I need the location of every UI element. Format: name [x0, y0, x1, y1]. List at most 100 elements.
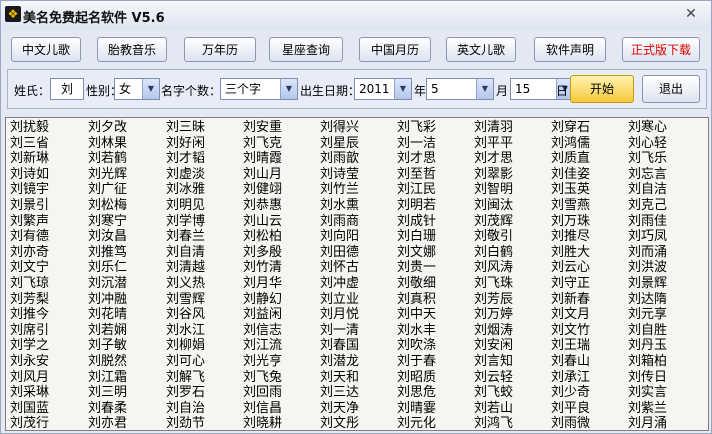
name-item[interactable]: 刘王瑞	[551, 338, 625, 354]
name-item[interactable]: 刘飞珠	[474, 276, 548, 292]
name-item[interactable]: 刘三省	[10, 136, 84, 152]
name-item[interactable]: 刘茂辉	[474, 214, 548, 230]
name-item[interactable]: 刘忘言	[628, 167, 702, 183]
name-item[interactable]: 刘穿石	[551, 120, 625, 136]
name-item[interactable]: 刘万珠	[551, 214, 625, 230]
name-item[interactable]: 刘云心	[551, 260, 625, 276]
name-item[interactable]: 刘箱柏	[628, 354, 702, 370]
name-item[interactable]: 刘得兴	[320, 120, 394, 136]
name-item[interactable]: 刘飞乐	[628, 151, 702, 167]
name-item[interactable]: 刘恭惠	[243, 198, 317, 214]
name-item[interactable]: 刘若鹤	[88, 151, 162, 167]
name-item[interactable]: 刘繁声	[10, 214, 84, 230]
name-item[interactable]: 刘吹涤	[397, 338, 471, 354]
toolbar-button-8[interactable]: 正式版下载	[622, 37, 700, 62]
name-item[interactable]: 刘闽汰	[474, 198, 548, 214]
name-item[interactable]: 刘胜大	[551, 245, 625, 261]
month-select[interactable]: 5 ▼	[426, 78, 494, 100]
name-item[interactable]: 刘脱然	[88, 354, 162, 370]
name-item[interactable]: 刘江民	[397, 182, 471, 198]
name-item[interactable]: 刘雪燕	[551, 198, 625, 214]
name-item[interactable]: 刘雨商	[320, 214, 394, 230]
name-item[interactable]: 刘飞兔	[243, 370, 317, 386]
name-item[interactable]: 刘亦君	[88, 416, 162, 430]
name-item[interactable]: 刘巧凤	[628, 229, 702, 245]
name-item[interactable]: 刘智明	[474, 182, 548, 198]
name-item[interactable]: 刘自清	[166, 245, 240, 261]
name-item[interactable]: 刘虚淡	[166, 167, 240, 183]
name-item[interactable]: 刘安重	[243, 120, 317, 136]
name-item[interactable]: 刘冲融	[88, 292, 162, 308]
name-item[interactable]: 刘松柏	[243, 229, 317, 245]
name-item[interactable]: 刘而涌	[628, 245, 702, 261]
name-item[interactable]: 刘诗莹	[320, 167, 394, 183]
name-item[interactable]: 刘玉英	[551, 182, 625, 198]
name-item[interactable]: 刘怀古	[320, 260, 394, 276]
name-item[interactable]: 刘罗石	[166, 385, 240, 401]
name-item[interactable]: 刘雪辉	[166, 292, 240, 308]
name-item[interactable]: 刘若娴	[88, 323, 162, 339]
name-item[interactable]: 刘春山	[551, 354, 625, 370]
name-item[interactable]: 刘茂行	[10, 416, 84, 430]
toolbar-button-2[interactable]: 胎教音乐	[97, 37, 167, 62]
name-item[interactable]: 刘若山	[474, 401, 548, 417]
name-item[interactable]: 刘至哲	[397, 167, 471, 183]
name-item[interactable]: 刘克己	[628, 198, 702, 214]
name-item[interactable]: 刘月华	[243, 276, 317, 292]
name-item[interactable]: 刘月悦	[320, 307, 394, 323]
name-item[interactable]: 刘好闲	[166, 136, 240, 152]
name-item[interactable]: 刘潜龙	[320, 354, 394, 370]
name-item[interactable]: 刘雨微	[551, 416, 625, 430]
name-item[interactable]: 刘文娜	[397, 245, 471, 261]
name-item[interactable]: 刘三明	[88, 385, 162, 401]
name-item[interactable]: 刘月涌	[628, 416, 702, 430]
name-item[interactable]: 刘冲虚	[320, 276, 394, 292]
name-item[interactable]: 刘风月	[10, 370, 84, 386]
name-item[interactable]: 刘守正	[551, 276, 625, 292]
name-item[interactable]: 刘回雨	[243, 385, 317, 401]
name-item[interactable]: 刘有德	[10, 229, 84, 245]
name-item[interactable]: 刘晴霞	[243, 151, 317, 167]
name-item[interactable]: 刘竹兰	[320, 182, 394, 198]
name-item[interactable]: 刘林果	[88, 136, 162, 152]
name-item[interactable]: 刘三达	[320, 385, 394, 401]
start-button[interactable]: 开始	[570, 75, 634, 103]
name-item[interactable]: 刘松梅	[88, 198, 162, 214]
name-item[interactable]: 刘寒心	[628, 120, 702, 136]
name-item[interactable]: 刘水熏	[320, 198, 394, 214]
name-item[interactable]: 刘文宁	[10, 260, 84, 276]
toolbar-button-5[interactable]: 中国月历	[359, 37, 431, 62]
name-item[interactable]: 刘翠影	[474, 167, 548, 183]
name-item[interactable]: 刘信志	[243, 323, 317, 339]
name-item[interactable]: 刘紫兰	[628, 401, 702, 417]
name-item[interactable]: 刘义热	[166, 276, 240, 292]
name-item[interactable]: 刘沉潜	[88, 276, 162, 292]
name-item[interactable]: 刘雨歆	[320, 151, 394, 167]
name-item[interactable]: 刘谷风	[166, 307, 240, 323]
name-item[interactable]: 刘鸿飞	[474, 416, 548, 430]
name-item[interactable]: 刘佳姿	[551, 167, 625, 183]
name-item[interactable]: 刘真积	[397, 292, 471, 308]
name-item[interactable]: 刘推尽	[551, 229, 625, 245]
name-item[interactable]: 刘益闲	[243, 307, 317, 323]
name-item[interactable]: 刘诗如	[10, 167, 84, 183]
name-item[interactable]: 刘实言	[628, 385, 702, 401]
name-item[interactable]: 刘清越	[166, 260, 240, 276]
name-item[interactable]: 刘自洁	[628, 182, 702, 198]
name-item[interactable]: 刘光亨	[243, 354, 317, 370]
name-item[interactable]: 刘三昧	[166, 120, 240, 136]
name-item[interactable]: 刘劲节	[166, 416, 240, 430]
surname-input[interactable]: 刘	[50, 78, 84, 100]
name-item[interactable]: 刘采琳	[10, 385, 84, 401]
name-item[interactable]: 刘承江	[551, 370, 625, 386]
name-item[interactable]: 刘云轻	[474, 370, 548, 386]
name-item[interactable]: 刘推今	[10, 307, 84, 323]
name-item[interactable]: 刘传日	[628, 370, 702, 386]
name-item[interactable]: 刘山月	[243, 167, 317, 183]
name-item[interactable]: 刘向阳	[320, 229, 394, 245]
name-item[interactable]: 刘心轻	[628, 136, 702, 152]
name-item[interactable]: 刘明若	[397, 198, 471, 214]
name-item[interactable]: 刘立业	[320, 292, 394, 308]
name-item[interactable]: 刘亦奇	[10, 245, 84, 261]
name-item[interactable]: 刘水丰	[397, 323, 471, 339]
